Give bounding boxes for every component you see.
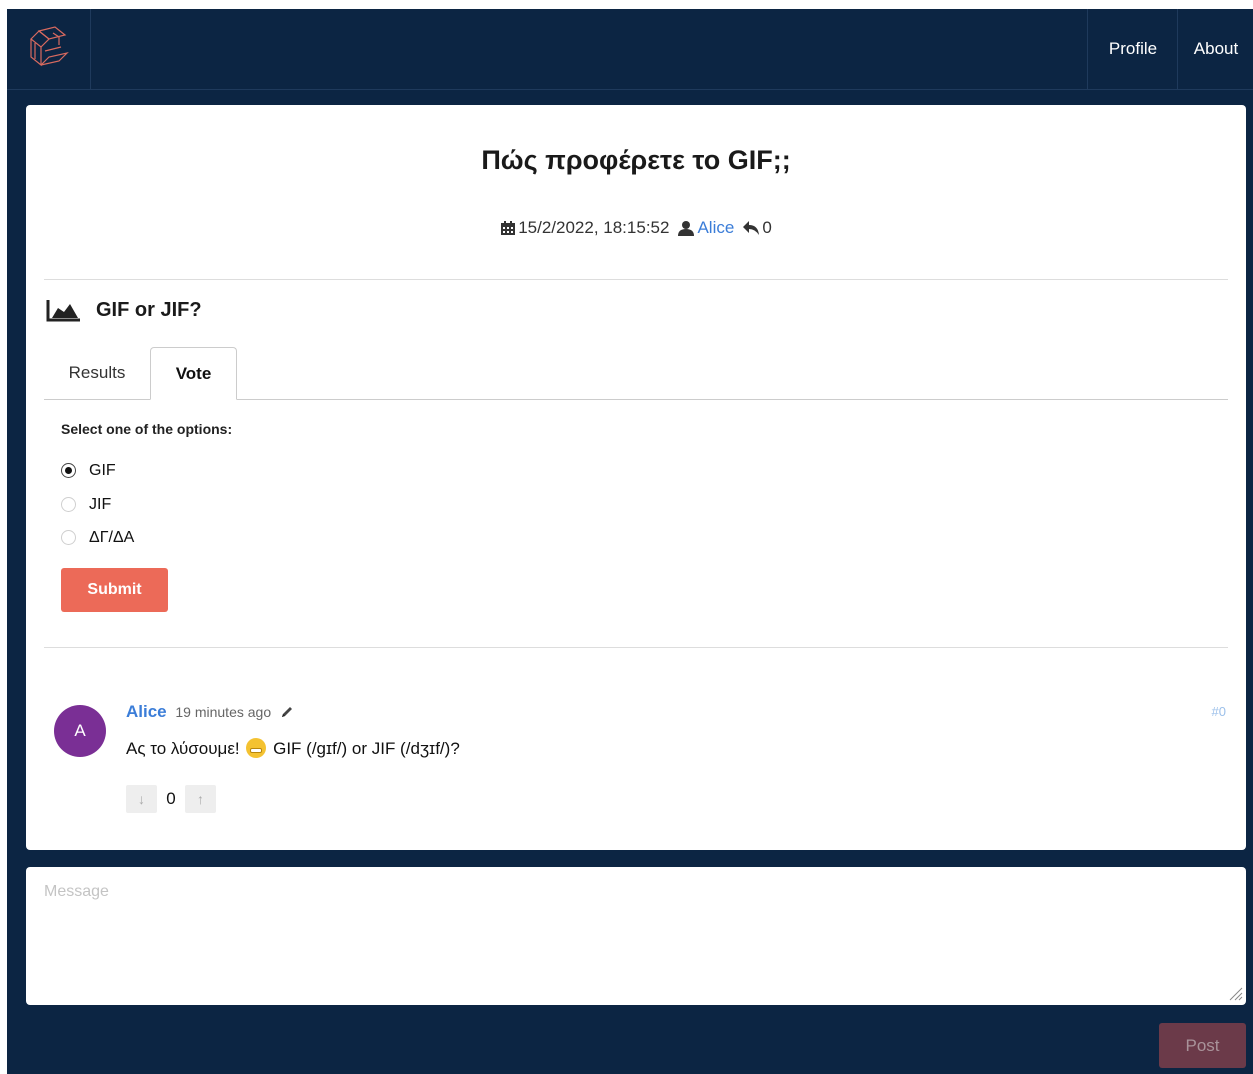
nav-about-link[interactable]: About <box>1177 9 1253 89</box>
poll-option-gif[interactable]: GIF <box>61 462 116 486</box>
reply-count: 0 <box>762 218 772 237</box>
comment-body: Ας το λύσουμε! GIF (/ɡɪf/) or JIF (/dʒɪf… <box>126 738 460 759</box>
comment-time: 19 minutes ago <box>175 704 272 720</box>
app-frame: Profile About Πώς προφέρετε το GIF;; 15/… <box>7 9 1253 1074</box>
post-button[interactable]: Post <box>1159 1023 1246 1068</box>
option-label: JIF <box>89 496 112 513</box>
radio-button[interactable] <box>61 497 76 512</box>
radio-button[interactable] <box>61 530 76 545</box>
option-label: ΔΓ/ΔΑ <box>89 529 135 546</box>
comment-permalink[interactable]: #0 <box>1212 704 1226 719</box>
poll-option-jif[interactable]: JIF <box>61 496 111 520</box>
area-chart-icon <box>46 300 80 322</box>
logo-icon <box>30 26 69 67</box>
thread-card: Πώς προφέρετε το GIF;; 15/2/2022, 18:15:… <box>26 105 1246 850</box>
thread-meta: 15/2/2022, 18:15:52 Alice 0 <box>26 218 1246 241</box>
pencil-icon[interactable] <box>280 704 294 724</box>
comment-text-part: Ας το λύσουμε! <box>126 739 240 758</box>
poll-header: GIF or JIF? <box>46 298 202 328</box>
divider <box>44 279 1228 280</box>
poll-option-other[interactable]: ΔΓ/ΔΑ <box>61 529 134 553</box>
tab-results[interactable]: Results <box>44 347 150 399</box>
nav-profile-link[interactable]: Profile <box>1087 9 1178 89</box>
arrow-down-icon[interactable]: ↓ <box>126 785 157 813</box>
option-label: GIF <box>89 462 116 479</box>
calendar-icon <box>500 220 516 241</box>
thread-date: 15/2/2022, 18:15:52 <box>518 218 670 237</box>
resize-grip-icon[interactable] <box>1227 985 1243 1001</box>
grinning-emoji-icon <box>246 738 267 758</box>
comment-header: Alice 19 minutes ago <box>126 702 294 724</box>
poll-tabs: Results Vote <box>44 347 1228 400</box>
message-input[interactable]: Message <box>26 867 1246 1005</box>
radio-button[interactable] <box>61 463 76 478</box>
user-icon <box>677 220 695 241</box>
submit-vote-button[interactable]: Submit <box>61 568 168 612</box>
top-navbar: Profile About <box>7 9 1253 90</box>
reply-icon <box>742 220 760 241</box>
logo-link[interactable] <box>7 9 91 89</box>
arrow-up-icon[interactable]: ↑ <box>185 785 216 813</box>
poll-prompt: Select one of the options: <box>61 421 233 437</box>
thread-author-link[interactable]: Alice <box>697 218 734 237</box>
avatar: A <box>54 705 106 757</box>
comment-author-link[interactable]: Alice <box>126 702 167 721</box>
tab-vote[interactable]: Vote <box>150 347 237 400</box>
comment-vote-row: ↓ 0 ↑ <box>126 785 216 813</box>
divider <box>44 647 1228 648</box>
poll-title: GIF or JIF? <box>96 299 202 321</box>
thread-title: Πώς προφέρετε το GIF;; <box>481 145 791 175</box>
comment-text-part: GIF (/ɡɪf/) or JIF (/dʒɪf/)? <box>273 739 460 758</box>
comment-score: 0 <box>166 789 176 808</box>
